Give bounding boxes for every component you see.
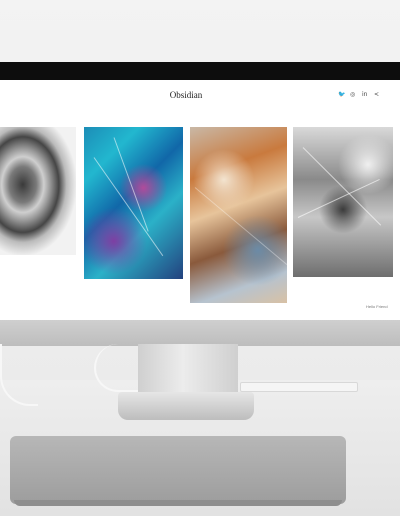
laptop-edge bbox=[14, 500, 342, 506]
desert-terrain-artwork[interactable] bbox=[190, 127, 287, 303]
monitor-stand-neck bbox=[138, 344, 238, 392]
linkedin-icon[interactable]: in bbox=[362, 91, 367, 98]
apple-logo-icon bbox=[181, 326, 191, 337]
mineral-cluster-artwork[interactable] bbox=[0, 127, 76, 255]
footer-link[interactable]: Hello Friend bbox=[366, 304, 388, 309]
keyboard bbox=[240, 382, 358, 392]
blue-mineral-artwork[interactable] bbox=[84, 127, 183, 279]
imac-chin bbox=[0, 320, 400, 346]
share-icon[interactable]: < bbox=[374, 91, 379, 98]
imac-screen: Obsidian 🐦 ◎ in < Hello Friend bbox=[0, 80, 400, 320]
instagram-icon[interactable]: ◎ bbox=[350, 91, 355, 98]
monochrome-texture-artwork[interactable] bbox=[293, 127, 393, 277]
laptop-logo-icon bbox=[167, 451, 191, 465]
site-title[interactable]: Obsidian bbox=[150, 90, 222, 100]
twitter-icon[interactable]: 🐦 bbox=[338, 91, 345, 98]
closed-laptop bbox=[10, 436, 346, 504]
monitor-stand-foot bbox=[118, 392, 254, 420]
